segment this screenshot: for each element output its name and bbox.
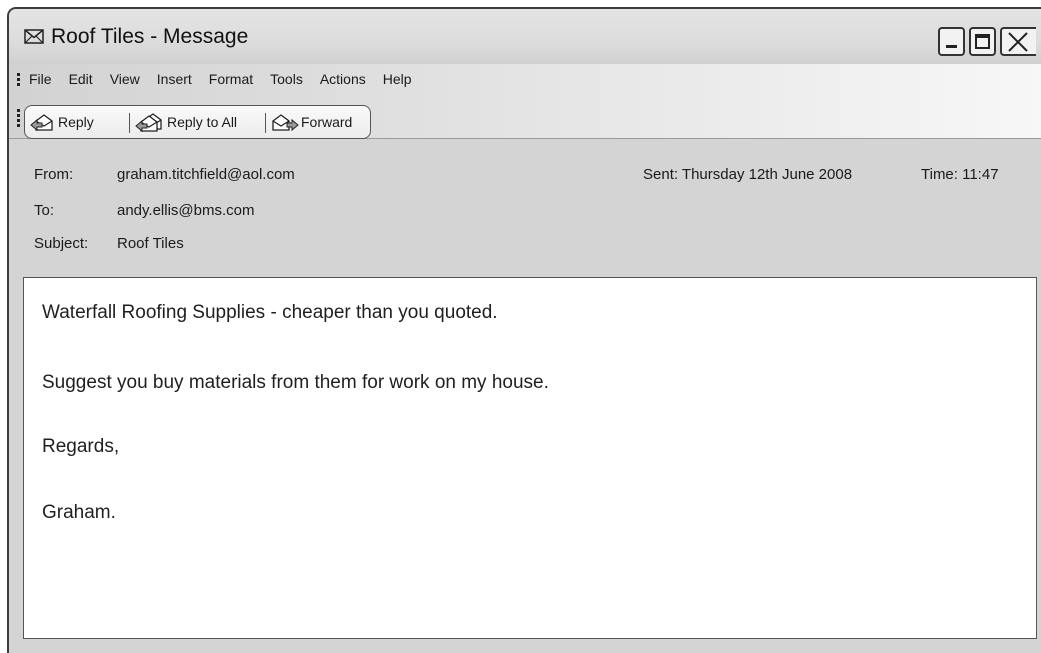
menu-bar: File Edit View Insert Format Tools Actio…: [9, 64, 1041, 94]
minimize-button[interactable]: [938, 27, 965, 56]
from-label: From:: [34, 166, 74, 183]
sent-date: Sent: Thursday 12th June 2008: [643, 166, 853, 183]
toolbar-separator: [265, 113, 266, 133]
toolbar: Reply Reply to All Forward: [9, 94, 1041, 139]
body-paragraph: Waterfall Roofing Supplies - cheaper tha…: [42, 302, 498, 323]
message-header: From: graham.titchfield@aol.com Sent: Th…: [9, 139, 1041, 276]
toolbar-separator: [129, 113, 130, 133]
toolbar-button-group: Reply Reply to All Forward: [24, 105, 371, 139]
close-icon: [1008, 32, 1028, 52]
reply-to-all-label: Reply to All: [167, 114, 238, 130]
menu-view[interactable]: View: [110, 71, 140, 87]
maximize-icon: [975, 34, 990, 49]
body-signature: Graham.: [42, 502, 116, 523]
menu-actions[interactable]: Actions: [320, 71, 366, 87]
reply-label: Reply: [58, 114, 94, 130]
window-title: Roof Tiles - Message: [51, 25, 249, 48]
reply-to-all-button[interactable]: Reply to All: [135, 106, 237, 138]
title-bar[interactable]: Roof Tiles - Message: [9, 9, 1041, 64]
forward-label: Forward: [301, 114, 353, 130]
menu-tools[interactable]: Tools: [270, 71, 303, 87]
maximize-button[interactable]: [969, 27, 996, 56]
reply-all-icon: [135, 113, 162, 132]
to-label: To:: [34, 202, 55, 219]
menu-format[interactable]: Format: [209, 71, 253, 87]
envelope-icon: [24, 29, 44, 44]
forward-button[interactable]: Forward: [271, 106, 352, 138]
body-paragraph: Regards,: [42, 436, 120, 457]
message-body[interactable]: Waterfall Roofing Supplies - cheaper tha…: [23, 277, 1037, 639]
menu-file[interactable]: File: [29, 71, 52, 87]
minimize-icon: [946, 45, 957, 48]
toolbar-grip-handle[interactable]: [17, 109, 20, 127]
subject-value: Roof Tiles: [117, 235, 184, 252]
message-window: Roof Tiles - Message File Edit View Inse…: [7, 7, 1041, 653]
subject-label: Subject:: [34, 235, 89, 252]
menu-grip-handle[interactable]: [17, 73, 20, 86]
reply-button[interactable]: Reply: [30, 106, 94, 138]
menu-help[interactable]: Help: [383, 71, 412, 87]
menu-insert[interactable]: Insert: [157, 71, 192, 87]
menu-edit[interactable]: Edit: [69, 71, 93, 87]
reply-icon: [30, 114, 53, 132]
from-address[interactable]: graham.titchfield@aol.com: [117, 166, 295, 183]
forward-icon: [272, 114, 299, 132]
close-button[interactable]: [1000, 27, 1036, 56]
to-address[interactable]: andy.ellis@bms.com: [117, 202, 255, 219]
body-paragraph: Suggest you buy materials from them for …: [42, 372, 549, 393]
sent-time: Time: 11:47: [921, 166, 999, 183]
window-bottom-frame: [9, 640, 1041, 653]
